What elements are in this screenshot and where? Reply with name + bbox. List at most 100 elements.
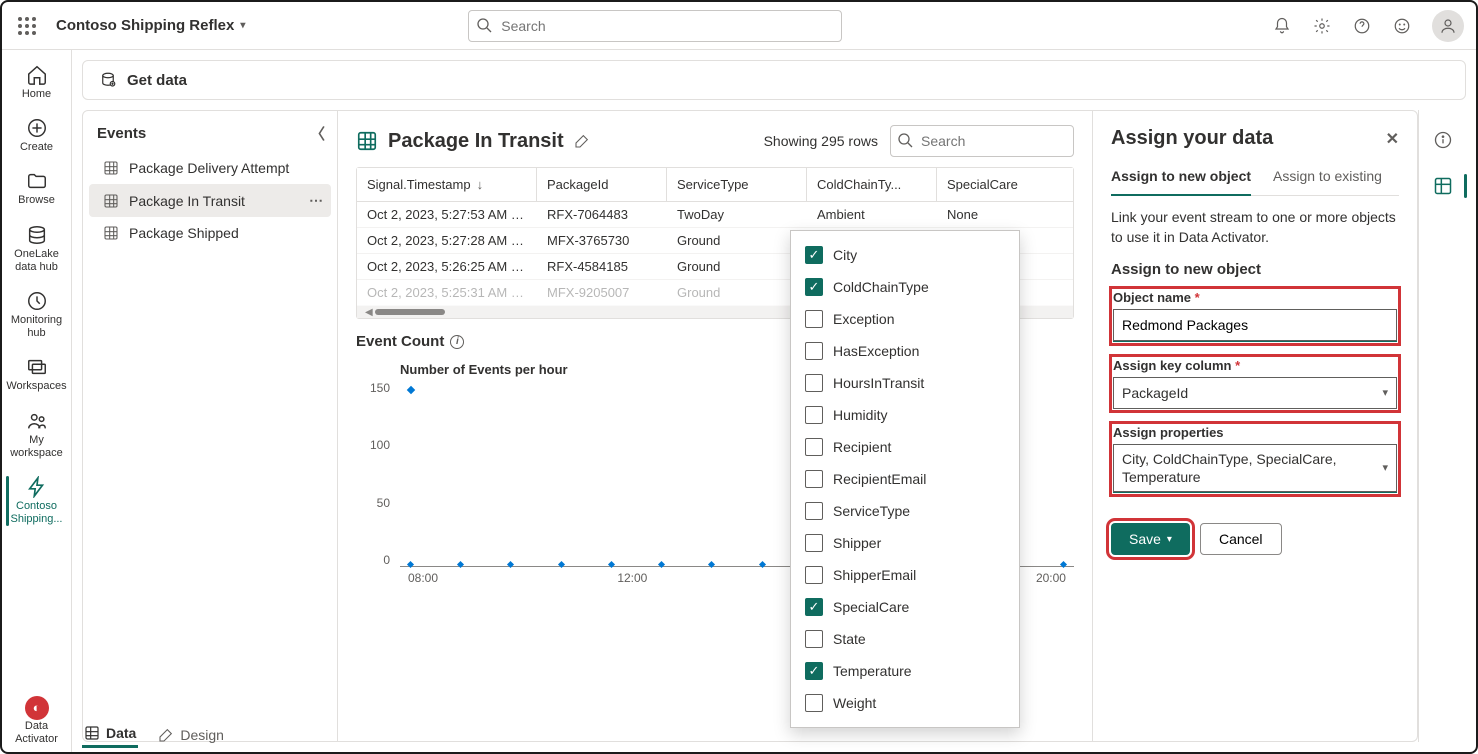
cancel-button[interactable]: Cancel	[1200, 523, 1282, 555]
filter-option[interactable]: Shipper	[791, 527, 1019, 559]
chart-data-point	[608, 560, 615, 567]
collapse-panel-icon[interactable]: 〈	[310, 123, 325, 144]
nav-home[interactable]: Home	[6, 58, 68, 107]
panel-description: Link your event stream to one or more ob…	[1111, 208, 1399, 247]
checkbox[interactable]	[805, 406, 823, 424]
nav-workspaces[interactable]: Workspaces	[6, 350, 68, 399]
chart-data-point	[507, 560, 514, 567]
nav-create[interactable]: Create	[6, 111, 68, 160]
filter-option[interactable]: ServiceType	[791, 495, 1019, 527]
events-header-label: Events	[97, 125, 146, 142]
feedback-icon[interactable]	[1392, 16, 1412, 36]
filter-option[interactable]: ✓SpecialCare	[791, 591, 1019, 623]
checkbox[interactable]: ✓	[805, 662, 823, 680]
key-column-field-highlight: Assign key column * PackageId ▾	[1111, 356, 1399, 411]
filter-option[interactable]: ShipperEmail	[791, 559, 1019, 591]
chevron-down-icon: ▾	[240, 20, 245, 31]
filter-option[interactable]: Exception	[791, 303, 1019, 335]
rows-count-label: Showing 295 rows	[764, 133, 878, 149]
column-header[interactable]: PackageId	[537, 168, 667, 201]
nav-my-workspace[interactable]: My workspace	[6, 404, 68, 466]
chart-data-point	[758, 560, 765, 567]
chart-data-point	[1060, 560, 1067, 567]
notifications-icon[interactable]	[1272, 16, 1292, 36]
close-panel-icon[interactable]: ✕	[1386, 129, 1399, 149]
tab-assign-existing[interactable]: Assign to existing	[1273, 162, 1382, 195]
assign-data-panel: Assign your data ✕ Assign to new object …	[1092, 110, 1418, 742]
save-button[interactable]: Save▾	[1111, 523, 1190, 555]
checkbox[interactable]: ✓	[805, 246, 823, 264]
filter-option[interactable]: HasException	[791, 335, 1019, 367]
rail-info-icon[interactable]	[1427, 124, 1459, 156]
column-header[interactable]: ColdChainTy...	[807, 168, 937, 201]
column-header[interactable]: ServiceType	[667, 168, 807, 201]
more-icon[interactable]: ⋯	[309, 192, 323, 209]
filter-option[interactable]: RecipientEmail	[791, 463, 1019, 495]
chart-data-point	[658, 560, 665, 567]
object-name-input[interactable]	[1113, 309, 1397, 341]
chart-title-label: Event Count	[356, 333, 444, 350]
chart-data-point	[457, 560, 464, 567]
checkbox[interactable]	[805, 502, 823, 520]
global-search-input[interactable]	[468, 10, 842, 42]
filter-option[interactable]: Recipient	[791, 431, 1019, 463]
app-launcher-icon[interactable]	[18, 17, 36, 35]
app-title-dropdown[interactable]: Contoso Shipping Reflex ▾	[56, 17, 245, 34]
tab-assign-new[interactable]: Assign to new object	[1111, 162, 1251, 196]
filter-option[interactable]: Weight	[791, 687, 1019, 719]
nav-browse[interactable]: Browse	[6, 164, 68, 213]
filter-option[interactable]: HoursInTransit	[791, 367, 1019, 399]
key-column-select[interactable]: PackageId ▾	[1113, 377, 1397, 409]
app-title-label: Contoso Shipping Reflex	[56, 17, 234, 34]
filter-option[interactable]: ✓City	[791, 239, 1019, 271]
tab-design[interactable]: Design	[156, 723, 226, 747]
filter-option[interactable]: ✓Temperature	[791, 655, 1019, 687]
avatar[interactable]	[1432, 10, 1464, 42]
event-item[interactable]: Package Delivery Attempt	[89, 152, 331, 184]
edit-title-icon[interactable]	[574, 133, 590, 149]
nav-data-activator[interactable]: ◐Data Activator	[6, 690, 68, 752]
search-icon	[476, 17, 492, 36]
filter-option[interactable]: ✓ColdChainType	[791, 271, 1019, 303]
chart-data-point	[708, 560, 715, 567]
checkbox[interactable]: ✓	[805, 278, 823, 296]
checkbox[interactable]: ✓	[805, 598, 823, 616]
checkbox[interactable]	[805, 342, 823, 360]
checkbox[interactable]	[805, 310, 823, 328]
checkbox[interactable]	[805, 630, 823, 648]
nav-monitoring[interactable]: Monitoring hub	[6, 284, 68, 346]
get-data-label: Get data	[127, 72, 187, 89]
properties-filter-popup: ✓City✓ColdChainTypeExceptionHasException…	[790, 230, 1020, 728]
rail-assign-data-icon[interactable]	[1427, 170, 1459, 202]
settings-icon[interactable]	[1312, 16, 1332, 36]
table-search-input[interactable]	[890, 125, 1074, 157]
help-icon[interactable]	[1352, 16, 1372, 36]
event-item[interactable]: Package Shipped	[89, 217, 331, 249]
filter-option[interactable]: Humidity	[791, 399, 1019, 431]
chart-data-point	[407, 386, 415, 394]
column-header[interactable]: SpecialCare	[937, 168, 1037, 201]
checkbox[interactable]	[805, 694, 823, 712]
checkbox[interactable]	[805, 470, 823, 488]
chart-data-point	[407, 560, 414, 567]
get-data-button[interactable]: Get data	[82, 60, 1466, 100]
properties-field-highlight: Assign properties City, ColdChainType, S…	[1111, 423, 1399, 495]
filter-option[interactable]: State	[791, 623, 1019, 655]
events-panel: Events 〈 Package Delivery AttemptPackage…	[82, 110, 338, 742]
column-header[interactable]: Signal.Timestamp ↓	[357, 168, 537, 201]
checkbox[interactable]	[805, 438, 823, 456]
checkbox[interactable]	[805, 566, 823, 584]
properties-select[interactable]: City, ColdChainType, SpecialCare, Temper…	[1113, 444, 1397, 492]
chevron-down-icon: ▾	[1382, 461, 1388, 475]
checkbox[interactable]	[805, 534, 823, 552]
section-header: Assign to new object	[1111, 261, 1399, 278]
tab-data[interactable]: Data	[82, 721, 138, 748]
global-search	[468, 10, 842, 42]
event-item[interactable]: Package In Transit⋯	[89, 184, 331, 217]
checkbox[interactable]	[805, 374, 823, 392]
info-icon[interactable]: i	[450, 335, 464, 349]
table-icon	[356, 130, 378, 152]
nav-contoso-shipping[interactable]: Contoso Shipping...	[6, 470, 68, 532]
table-row[interactable]: Oct 2, 2023, 5:27:53 AM UTCRFX-7064483Tw…	[357, 202, 1073, 228]
nav-onelake[interactable]: OneLake data hub	[6, 218, 68, 280]
